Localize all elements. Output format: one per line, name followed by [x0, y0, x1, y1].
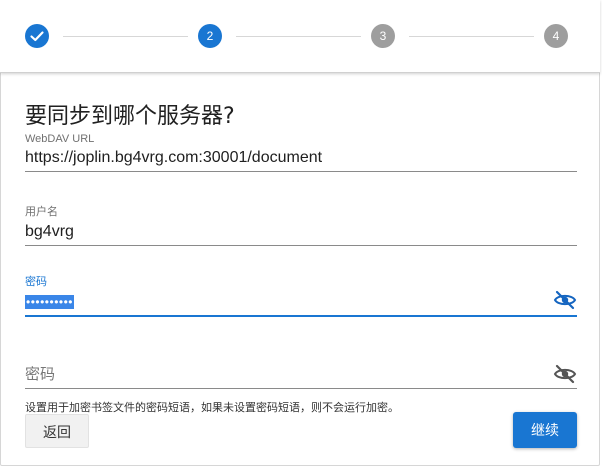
step-connector — [63, 36, 188, 37]
encryption-field: 密码 — [25, 362, 577, 389]
step-1-completed[interactable] — [25, 24, 49, 48]
url-label: WebDAV URL — [25, 133, 95, 145]
visibility-off-icon[interactable] — [553, 362, 577, 386]
step-number: 2 — [206, 29, 214, 43]
continue-button[interactable]: 继续 — [513, 412, 577, 448]
password-field: 密码 •••••••••• — [25, 273, 577, 317]
step-number: 3 — [379, 29, 387, 43]
page-title: 要同步到哪个服务器? — [25, 104, 235, 129]
step-connector — [236, 36, 361, 37]
url-field: WebDAV URL https://joplin.bg4vrg.com:300… — [25, 133, 577, 172]
step-3[interactable]: 3 — [371, 24, 395, 48]
url-input[interactable]: https://joplin.bg4vrg.com:30001/document — [25, 145, 577, 172]
password-input[interactable]: •••••••••• — [25, 289, 577, 317]
encryption-input[interactable]: 密码 — [25, 362, 577, 389]
encryption-helper-text: 设置用于加密书签文件的密码短语，如果未设置密码短语，则不会运行加密。 — [25, 402, 399, 414]
username-field: 用户名 bg4vrg — [25, 203, 577, 246]
visibility-off-icon[interactable] — [553, 288, 577, 312]
password-masked-value: •••••••••• — [25, 295, 75, 309]
check-icon — [30, 31, 44, 42]
step-4[interactable]: 4 — [544, 24, 568, 48]
stepper: 2 3 4 — [0, 0, 600, 73]
password-label: 密码 — [25, 276, 47, 288]
username-label: 用户名 — [25, 206, 58, 218]
step-connector — [409, 36, 534, 37]
step-2-active[interactable]: 2 — [198, 24, 222, 48]
username-input[interactable]: bg4vrg — [25, 219, 577, 246]
step-number: 4 — [552, 29, 560, 43]
back-button[interactable]: 返回 — [25, 414, 89, 448]
